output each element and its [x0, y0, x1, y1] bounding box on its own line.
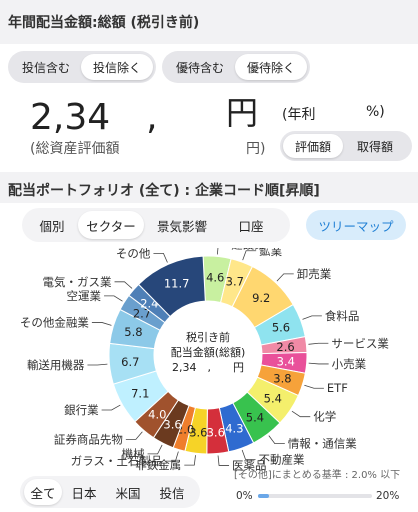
- slice-category-label: ガラス・土石製品: [71, 454, 163, 468]
- donut-center: 税引き前 配当金額(総額) 2,34 , 円: [160, 330, 256, 375]
- slice-leader-line: [184, 455, 196, 466]
- slice-value-label: 4.6: [206, 270, 224, 284]
- slice-category-label: ETF: [327, 381, 348, 395]
- slice-category-label: 卸売業: [297, 267, 332, 281]
- tab-individual[interactable]: 個別: [26, 211, 78, 239]
- annual-rate-open: (年利: [282, 107, 316, 123]
- basis-market-value[interactable]: 評価額: [283, 134, 343, 158]
- slice-leader-line: [268, 435, 285, 445]
- slice-category-label: 情報・通信業: [288, 437, 357, 451]
- slice-category-label: 食料品: [325, 309, 360, 323]
- portfolio-view-tabs: 個別 セクター 景気影響 口座: [22, 208, 290, 242]
- slice-category-label: 小売業: [332, 357, 367, 371]
- slice-leader-line: [302, 315, 322, 320]
- slice-leader-line: [91, 322, 112, 326]
- slice-category-label: 電気・ガス業: [43, 275, 112, 289]
- slice-value-label: 4.0: [148, 407, 166, 421]
- slice-leader-line: [114, 281, 133, 289]
- region-tab-all[interactable]: 全て: [24, 479, 62, 505]
- slice-leader-line: [147, 444, 163, 455]
- region-tab-fund[interactable]: 投信: [150, 479, 194, 505]
- tab-sector[interactable]: セクター: [78, 211, 144, 239]
- slice-leader-line: [304, 384, 324, 389]
- page-title: 年間配当金額:総額 (税引き前): [8, 15, 200, 31]
- slice-leader-line: [216, 248, 219, 255]
- dividend-amount: 2,34 ,: [30, 97, 158, 138]
- slice-value-label: 3.4: [277, 354, 295, 368]
- slice-category-label: 鉱業: [259, 248, 282, 258]
- slice-category-label: 銀行業: [64, 403, 99, 417]
- slice-leader-line: [291, 410, 311, 418]
- slice-value-label: 5.6: [272, 320, 290, 334]
- slice-category-label: 輸送用機器: [27, 358, 85, 372]
- slice-value-label: 7.1: [131, 387, 149, 401]
- donut-center-line2: 配当金額(総額): [170, 346, 246, 359]
- tab-account[interactable]: 口座: [220, 211, 282, 239]
- region-tab-japan[interactable]: 日本: [62, 479, 106, 505]
- segment-fund-include[interactable]: 投信含む: [11, 54, 81, 80]
- fund-include-toggle: 投信含む 投信除く: [8, 51, 156, 83]
- donut-center-line1: 税引き前: [186, 331, 230, 344]
- region-tab-us[interactable]: 米国: [106, 479, 150, 505]
- slice-leader-line: [242, 250, 257, 261]
- slice-leader-line: [125, 431, 143, 440]
- slice-category-label: 証券商品先物: [54, 432, 123, 446]
- annual-rate-close: %): [366, 104, 385, 120]
- threshold-label: [その他]にまとめる基準 : 2.0% 以下: [234, 470, 401, 481]
- slice-value-label: 5.4: [264, 391, 282, 405]
- segment-fund-exclude[interactable]: 投信除く: [81, 54, 153, 80]
- slice-value-label: 4.3: [225, 421, 243, 435]
- slice-value-label: 2.6: [276, 340, 294, 354]
- benefit-include-toggle: 優待含む 優待除く: [162, 51, 310, 83]
- slice-category-label: サービス業: [331, 336, 389, 350]
- slice-value-label: 9.2: [252, 291, 270, 305]
- slice-value-label: 5.4: [246, 410, 264, 424]
- slice-category-label: その他: [116, 248, 151, 260]
- asset-yen: 円): [246, 141, 266, 157]
- segment-benefit-include[interactable]: 優待含む: [165, 54, 235, 80]
- slice-leader-line: [104, 295, 123, 302]
- slice-leader-line: [153, 252, 168, 263]
- donut-center-line3: 2,34 , 円: [172, 361, 244, 374]
- dividend-yen-unit: 円: [226, 94, 259, 132]
- slice-value-label: 5.8: [124, 325, 142, 339]
- slice-leader-line: [101, 404, 121, 411]
- slice-category-label: 空運業: [67, 289, 102, 303]
- slice-leader-line: [276, 273, 294, 282]
- slice-value-label: 11.7: [164, 277, 190, 291]
- slice-leader-line: [308, 362, 329, 365]
- slice-value-label: 3.8: [273, 371, 291, 385]
- slice-leader-line: [217, 455, 230, 466]
- valuation-basis-toggle: 評価額 取得額: [280, 131, 412, 161]
- slice-leader-line: [87, 363, 108, 366]
- segment-benefit-exclude[interactable]: 優待除く: [235, 54, 307, 80]
- slice-category-label: その他金融業: [20, 315, 89, 329]
- treemap-button[interactable]: ツリーマップ: [306, 210, 406, 240]
- portfolio-title: 配当ポートフォリオ (全て) : 企業コード順[昇順]: [8, 183, 320, 199]
- threshold-slider-fill: [258, 494, 270, 498]
- slice-leader-line: [308, 342, 329, 345]
- region-tabs: 全て 日本 米国 投信: [20, 476, 200, 508]
- slider-max-label: 20%: [376, 490, 400, 502]
- slice-value-label: 6.7: [121, 355, 139, 369]
- slice-category-label: 化学: [313, 410, 336, 424]
- slice-value-label: 3.7: [226, 275, 244, 289]
- slider-min-label: 0%: [236, 490, 253, 502]
- asset-label: (総資産評価額: [30, 141, 120, 157]
- slice-category-label: 機械: [122, 447, 145, 461]
- threshold-slider-track[interactable]: [258, 494, 372, 498]
- basis-acquisition[interactable]: 取得額: [343, 134, 407, 158]
- tab-economic-impact[interactable]: 景気影響: [144, 211, 220, 239]
- slice-value-label: 3.6: [207, 426, 225, 440]
